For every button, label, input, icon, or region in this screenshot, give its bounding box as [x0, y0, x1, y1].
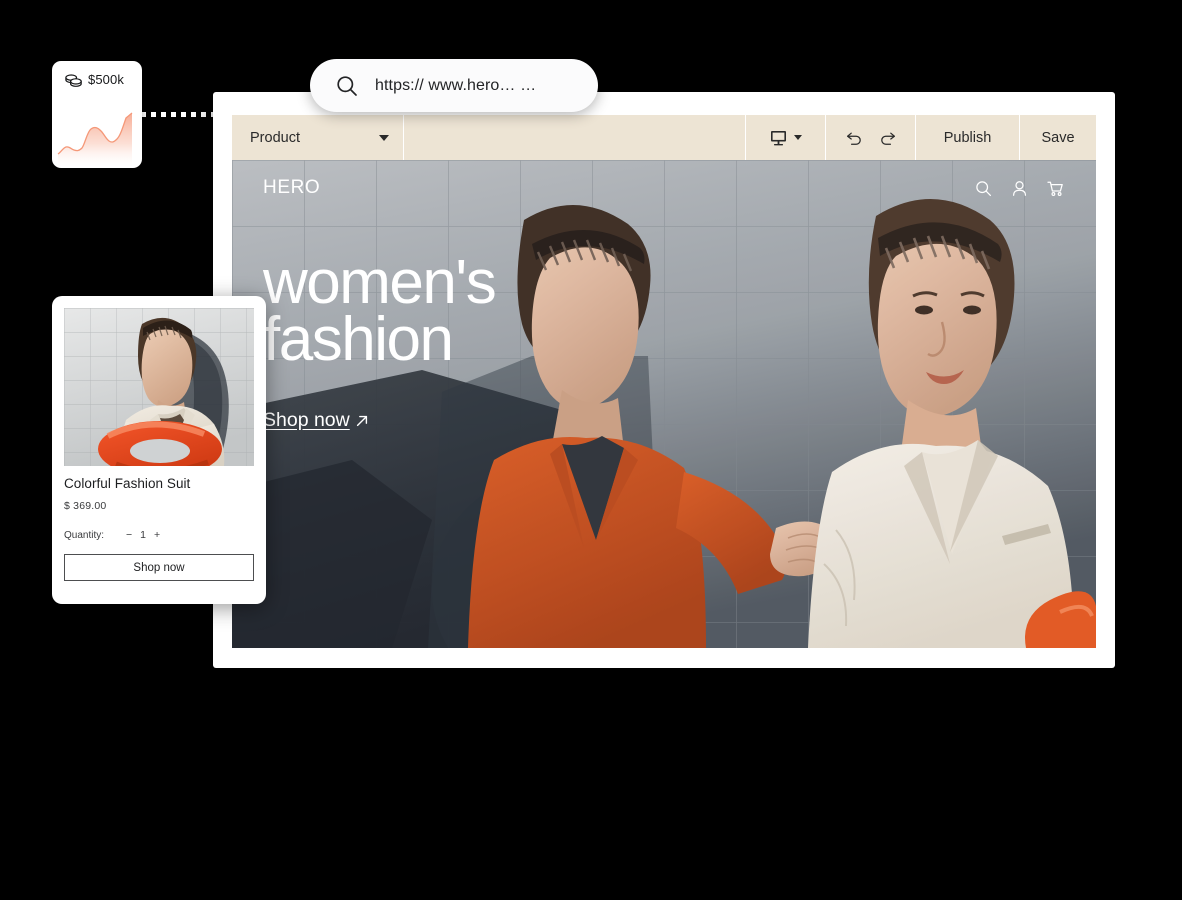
search-icon[interactable] [975, 180, 992, 197]
dotted-connector [141, 112, 223, 117]
site-logo[interactable]: HERO [263, 177, 320, 199]
shop-now-link[interactable]: Shop now [263, 409, 369, 432]
site-nav-icons [975, 180, 1064, 197]
device-preview-selector[interactable] [746, 115, 826, 160]
toolbar-spacer [404, 115, 746, 160]
product-card-body: Colorful Fashion Suit $ 369.00 Quantity:… [64, 476, 254, 581]
redo-arrow-icon[interactable] [879, 130, 896, 145]
revenue-card: $500k [52, 61, 142, 168]
url-input[interactable]: https:// www.hero… … [375, 77, 536, 95]
site-navbar: HERO [232, 160, 1096, 216]
hero-copy: women's fashion Shop now [263, 248, 693, 432]
publish-button[interactable]: Publish [916, 115, 1020, 160]
cart-icon[interactable] [1047, 180, 1064, 197]
url-search-bar[interactable]: https:// www.hero… … [310, 59, 598, 112]
chevron-down-icon [793, 135, 802, 140]
shop-now-button[interactable]: Shop now [64, 554, 254, 581]
screenshot-root: $500k Product Publish Save HERO women's … [0, 0, 1182, 900]
revenue-area-chart [52, 104, 142, 168]
history-controls [826, 115, 916, 160]
quantity-decrement-button[interactable]: − [126, 529, 132, 541]
site-preview-canvas[interactable]: HERO women's fashion Shop now [232, 160, 1096, 648]
quantity-stepper[interactable]: − 1 + [126, 529, 160, 541]
product-card: Colorful Fashion Suit $ 369.00 Quantity:… [52, 296, 266, 604]
arrow-up-right-icon [355, 414, 369, 428]
product-dropdown[interactable]: Product [232, 115, 404, 160]
quantity-increment-button[interactable]: + [154, 529, 160, 541]
user-icon[interactable] [1011, 180, 1028, 197]
revenue-card-header: $500k [52, 61, 142, 87]
quantity-row: Quantity: − 1 + [64, 529, 254, 541]
search-icon [336, 75, 358, 97]
hero-title: women's fashion [263, 248, 497, 375]
editor-toolbar: Product Publish Save [232, 115, 1096, 160]
shop-now-link-label: Shop now [263, 409, 350, 432]
quantity-value: 1 [140, 529, 147, 541]
revenue-amount: $500k [88, 72, 124, 87]
product-photograph [64, 308, 254, 466]
product-dropdown-label: Product [250, 129, 300, 146]
product-title: Colorful Fashion Suit [64, 476, 191, 491]
product-price: $ 369.00 [64, 500, 107, 512]
desktop-monitor-icon [770, 130, 787, 146]
save-button[interactable]: Save [1020, 115, 1096, 160]
browser-frame: Product Publish Save HERO women's fashio… [213, 92, 1115, 668]
coins-icon [65, 73, 82, 87]
quantity-label: Quantity: [64, 529, 105, 541]
chevron-down-icon [379, 134, 389, 141]
undo-arrow-icon[interactable] [846, 130, 863, 145]
